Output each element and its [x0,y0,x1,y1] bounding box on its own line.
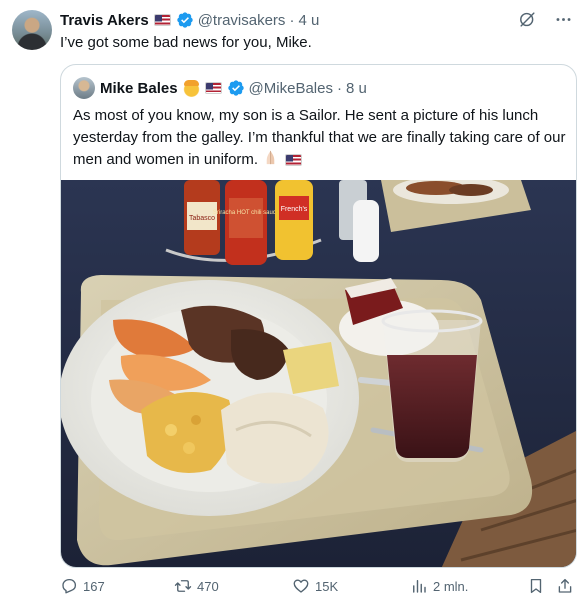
flag-us-icon [204,82,222,94]
more-icon[interactable] [552,8,574,30]
tweet-header: Travis Akers @travisakers · 4 u [60,11,319,29]
reply-count: 167 [83,578,105,594]
views-button[interactable]: 2 mln. [410,577,468,595]
quoted-avatar [73,77,95,99]
views-icon [413,580,426,593]
repost-count: 470 [197,578,219,594]
share-icon [558,578,572,593]
saluting-face-icon [182,79,200,97]
avatar[interactable] [12,10,52,50]
separator-dot: · [336,79,342,97]
quoted-text: As most of you know, my son is a Sailor.… [73,105,568,173]
top-actions [516,8,574,30]
like-icon [293,579,309,593]
reply-button[interactable]: 167 [60,577,105,595]
repost-button[interactable]: 470 [174,577,219,595]
repost-icon [174,580,192,592]
bookmark-icon [530,578,542,594]
verified-icon [227,79,245,97]
views-count: 2 mln. [433,578,469,594]
quoted-text-body: As most of you know, my son is a Sailor.… [73,107,566,168]
tweet-text: I’ve got some bad news for you, Mike. [60,34,312,51]
quoted-header: Mike Bales @MikeBales · 8 u [73,77,367,99]
separator-dot: · [289,11,295,29]
flag-us-icon [285,154,303,167]
share-button[interactable] [556,577,574,595]
bookmark-button[interactable] [527,577,545,595]
bottle-label-tabasco: Tabasco [189,215,215,222]
quoted-author-handle: @MikeBales [248,79,333,97]
quoted-author-name: Mike Bales [100,79,178,97]
food-photo[interactable]: Tabasco Sriracha HOT chili sauce French'… [61,180,577,568]
like-button[interactable]: 15K [292,577,338,595]
tweet-time[interactable]: 4 u [298,12,319,29]
verified-icon [176,11,194,29]
praying-hands-icon [262,149,279,173]
flag-us-icon [153,14,171,26]
reply-icon [62,578,77,594]
like-count: 15K [315,578,339,594]
grok-icon[interactable] [516,8,538,30]
bottle-label-frenchs: French's [281,206,308,213]
bottle-label-sriracha: Sriracha HOT chili sauce [213,210,280,216]
author-handle[interactable]: @travisakers [198,12,286,29]
author-name[interactable]: Travis Akers [60,12,149,29]
quoted-time: 8 u [345,79,367,97]
action-bar: 167 470 15K 2 mln. [60,577,577,601]
quoted-tweet[interactable]: Mike Bales @MikeBales · 8 u As most of y… [60,64,577,568]
